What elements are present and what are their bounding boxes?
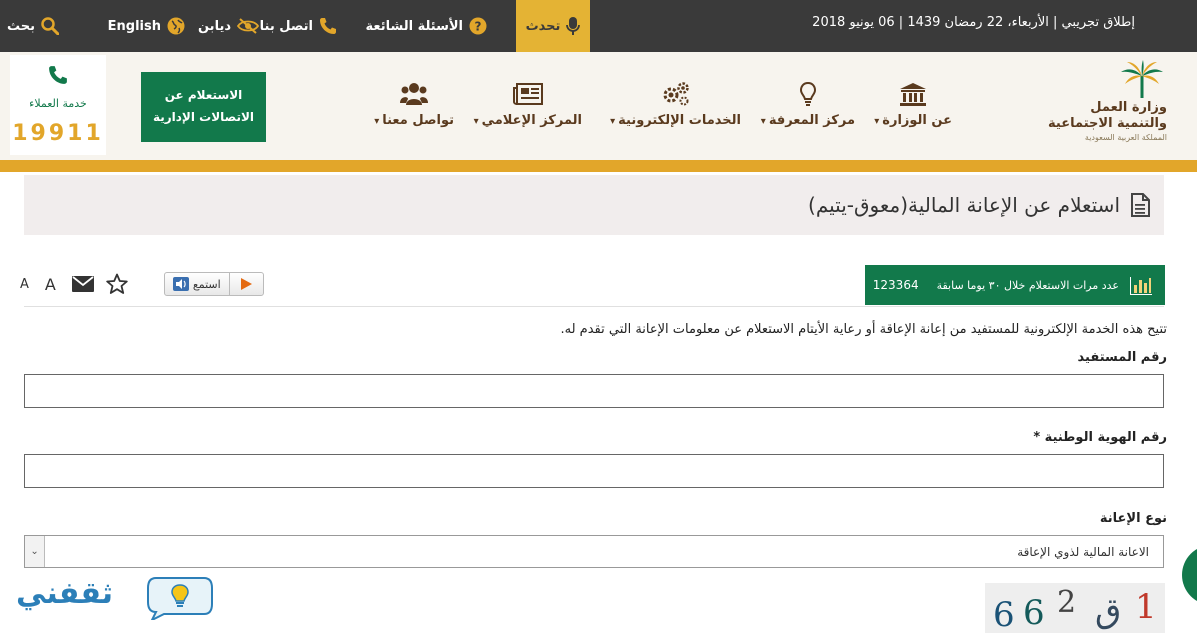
nav-eservices-label: الخدمات الإلكترونية: [610, 113, 741, 128]
bank-building-icon: [900, 83, 927, 106]
contact-label: اتصل بنا: [259, 18, 313, 34]
aid-type-label: نوع الإعانة: [1099, 511, 1167, 526]
english-label: English: [107, 18, 161, 34]
site-watermark: ثقفني: [14, 568, 214, 628]
national-id-input[interactable]: [24, 454, 1164, 488]
lightbulb-icon: [799, 81, 816, 106]
toolbar-divider: [24, 306, 1164, 307]
chat-bubble-button[interactable]: [1182, 545, 1197, 605]
play-icon: [241, 278, 253, 290]
page-title: استعلام عن الإعانة المالية(معوق-يتيم): [808, 193, 1120, 217]
national-id-label: رقم الهوية الوطنية *: [1033, 430, 1167, 445]
listen-label: استمع: [192, 277, 221, 291]
phone-icon: [320, 18, 336, 34]
captcha-image: 6 6 2 ق 1: [985, 583, 1165, 633]
aid-type-select[interactable]: الاعانة المالية لذوي الإعاقة ⌄: [24, 535, 1164, 568]
header-gold-divider: [0, 160, 1197, 172]
font-decrease-button[interactable]: A: [20, 277, 29, 292]
nav-knowledge[interactable]: مركز المعرفة: [761, 80, 855, 140]
admin-inquiry-button[interactable]: الاستعلام عن الاتصالات الإدارية: [141, 72, 266, 142]
nav-ministry[interactable]: عن الوزارة: [874, 80, 952, 140]
bar-chart-icon: [1130, 277, 1152, 295]
hotline-number: 19911: [12, 121, 104, 146]
launch-date-text: إطلاق تجريبي | الأربعاء، 22 رمضان 1439 |…: [812, 15, 1135, 30]
speaker-icon: [172, 277, 189, 291]
logo-ministry-name: وزارة العمل: [1090, 100, 1167, 115]
contact-link[interactable]: اتصل بنا: [260, 0, 337, 52]
users-group-icon: [400, 83, 429, 105]
logo-ministry-subname: والتنمية الاجتماعية: [1048, 116, 1167, 131]
disability-link[interactable]: ديابن: [198, 0, 259, 52]
inquiry-count-box: عدد مرات الاستعلام خلال ٣٠ يوما سابقة 12…: [865, 265, 1165, 305]
faq-label: الأسئلة الشائعة: [365, 18, 464, 34]
search-link[interactable]: بحث: [7, 0, 59, 52]
service-description: تتيح هذه الخدمة الإلكترونية للمستفيد من …: [560, 322, 1167, 337]
microphone-icon: [566, 17, 581, 35]
listen-button[interactable]: استمع: [163, 272, 264, 296]
nav-connect[interactable]: تواصل معنا: [374, 80, 454, 140]
customer-service-hotline[interactable]: خدمة العملاء 19911: [10, 55, 106, 155]
eye-slash-icon: [237, 18, 259, 34]
watermark-text: ثقفني: [16, 576, 114, 611]
newspaper-icon: [512, 83, 543, 105]
talk-button[interactable]: تحدث: [516, 0, 590, 52]
document-icon: [1131, 193, 1150, 217]
question-circle-icon: ?: [469, 17, 487, 35]
disability-label: ديابن: [197, 18, 231, 34]
phone-icon: [49, 66, 67, 84]
inquiry-count-label: عدد مرات الاستعلام خلال ٣٠ يوما سابقة: [936, 278, 1119, 292]
hotline-label: خدمة العملاء: [29, 97, 87, 110]
faq-link[interactable]: ? الأسئلة الشائعة: [366, 0, 488, 52]
search-icon: [41, 17, 59, 35]
ministry-logo[interactable]: وزارة العمل والتنمية الاجتماعية المملكة …: [1027, 60, 1167, 156]
svg-text:?: ?: [475, 20, 482, 34]
nav-connect-label: تواصل معنا: [374, 113, 454, 128]
aid-type-selected-value: الاعانة المالية لذوي الإعاقة: [1017, 544, 1149, 559]
envelope-icon[interactable]: [71, 276, 94, 292]
gears-icon: [663, 82, 689, 106]
english-link[interactable]: English: [108, 0, 185, 52]
search-label: بحث: [6, 18, 35, 34]
beneficiary-number-input[interactable]: [24, 374, 1164, 408]
page-title-bar: استعلام عن الإعانة المالية(معوق-يتيم): [24, 175, 1164, 235]
inquiry-count-value: 123364: [872, 278, 919, 292]
logo-country: المملكة العربية السعودية: [1084, 133, 1167, 142]
favorite-star-icon[interactable]: [106, 273, 128, 295]
lightbulb-bubble-icon: [147, 577, 213, 620]
nav-eservices[interactable]: الخدمات الإلكترونية: [610, 80, 741, 140]
font-increase-button[interactable]: A: [45, 275, 56, 294]
top-bar: إطلاق تجريبي | الأربعاء، 22 رمضان 1439 |…: [0, 0, 1197, 52]
beneficiary-number-label: رقم المستفيد: [1077, 350, 1167, 365]
nav-ministry-label: عن الوزارة: [874, 113, 952, 128]
nav-knowledge-label: مركز المعرفة: [761, 113, 855, 128]
nav-media[interactable]: المركز الإعلامي: [474, 80, 582, 140]
chevron-down-icon[interactable]: ⌄: [25, 536, 45, 567]
admin-inquiry-line2: الاتصالات الإدارية: [152, 110, 255, 124]
talk-label: تحدث: [525, 18, 561, 34]
palm-logo-icon: [1121, 60, 1163, 98]
nav-media-label: المركز الإعلامي: [474, 113, 582, 128]
page-tools: A A استمع: [20, 266, 264, 302]
admin-inquiry-line1: الاستعلام عن: [164, 88, 243, 102]
globe-icon: [167, 17, 185, 35]
